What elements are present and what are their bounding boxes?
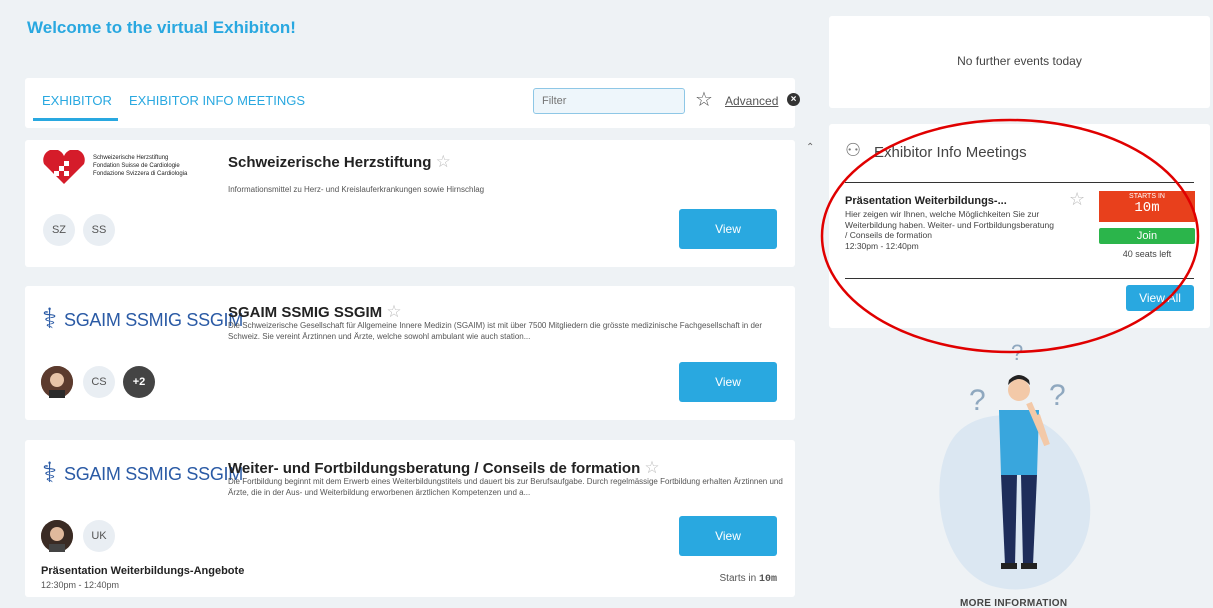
events-card: No further events today	[829, 16, 1210, 108]
tab-exhibitor-info-meetings[interactable]: EXHIBITOR INFO MEETINGS	[129, 93, 305, 108]
caduceus-icon: ⚕	[42, 457, 58, 488]
svg-text:?: ?	[969, 384, 986, 417]
active-tab-indicator	[33, 118, 118, 121]
sgaim-logo: ⚕ SGAIM SSMIG SSGIM	[42, 303, 243, 334]
exhibitor-card: Schweizerische Herzstiftung Fondation Su…	[25, 140, 795, 267]
avatar-photo[interactable]	[41, 366, 73, 398]
scroll-up-icon[interactable]: ⌃	[806, 142, 814, 153]
favorite-star-icon[interactable]: ☆	[386, 302, 401, 322]
svg-text:?: ?	[1049, 379, 1066, 412]
avatar-photo[interactable]	[41, 520, 73, 552]
filter-input[interactable]	[533, 88, 685, 114]
exhibitor-title[interactable]: Weiter- und Fortbildungsberatung / Conse…	[228, 458, 660, 478]
session-title[interactable]: Präsentation Weiterbildungs-Angebote	[41, 565, 244, 577]
avatar[interactable]: UK	[83, 520, 115, 552]
exhibitor-card: ⚕ SGAIM SSMIG SSGIM SGAIM SSMIG SSGIM ☆ …	[25, 286, 795, 420]
view-button[interactable]: View	[679, 362, 777, 402]
seats-left: 40 seats left	[1122, 249, 1172, 259]
exhibitor-title[interactable]: SGAIM SSMIG SSGIM ☆	[228, 302, 402, 322]
starts-in-badge: STARTS IN 10m	[1099, 191, 1195, 222]
view-button[interactable]: View	[679, 516, 777, 556]
tab-exhibitor[interactable]: EXHIBITOR	[42, 93, 112, 108]
herzstiftung-logo-text: Schweizerische Herzstiftung Fondation Su…	[93, 155, 188, 177]
session-starts-in: Starts in 10m	[719, 573, 777, 585]
exhibitor-card: ⚕ SGAIM SSMIG SSGIM Weiter- und Fortbild…	[25, 440, 795, 597]
advanced-link[interactable]: Advanced	[725, 94, 778, 108]
meeting-item: Präsentation Weiterbildungs-... ☆ Hier z…	[845, 182, 1195, 279]
favorites-star-icon[interactable]: ☆	[695, 87, 713, 112]
meeting-icon: ⚇	[845, 140, 862, 160]
exhibitor-title[interactable]: Schweizerische Herzstiftung ☆	[228, 152, 451, 172]
join-button[interactable]: Join	[1099, 228, 1195, 244]
svg-text:?: ?	[1011, 340, 1023, 365]
sgaim-logo: ⚕ SGAIM SSMIG SSGIM	[42, 457, 243, 488]
meeting-title[interactable]: Präsentation Weiterbildungs-...	[845, 195, 1007, 207]
view-all-button[interactable]: View All	[1126, 285, 1194, 311]
clear-filter-icon[interactable]: ×	[787, 93, 800, 106]
view-button[interactable]: View	[679, 209, 777, 249]
herzstiftung-logo	[43, 150, 85, 184]
favorite-star-icon[interactable]: ☆	[436, 152, 451, 172]
favorite-star-icon[interactable]: ☆	[644, 458, 659, 478]
info-meetings-title: Exhibitor Info Meetings	[874, 144, 1027, 161]
tabs-bar: EXHIBITOR EXHIBITOR INFO MEETINGS ☆ Adva…	[25, 78, 800, 128]
exhibitor-description: Die Fortbildung beginnt mit dem Erwerb e…	[228, 477, 783, 497]
avatar[interactable]: CS	[83, 366, 115, 398]
exhibitor-description: Die Schweizerische Gesellschaft für Allg…	[228, 321, 763, 341]
welcome-heading: Welcome to the virtual Exhibiton!	[27, 18, 296, 37]
avatar[interactable]: SS	[83, 214, 115, 246]
meeting-description: Hier zeigen wir Ihnen, welche Möglichkei…	[845, 209, 1055, 251]
session-time: 12:30pm - 12:40pm	[41, 580, 120, 590]
thinking-person-illustration: ? ? ?	[939, 340, 1091, 590]
avatar-more[interactable]: +2	[123, 366, 155, 398]
more-information-label: MORE INFORMATION	[960, 598, 1068, 608]
exhibitor-description: Informationsmittel zu Herz- und Kreislau…	[228, 185, 485, 194]
favorite-star-icon[interactable]: ☆	[1069, 189, 1085, 210]
caduceus-icon: ⚕	[42, 303, 58, 334]
info-meetings-card: ⚇ Exhibitor Info Meetings Präsentation W…	[829, 124, 1210, 328]
avatar[interactable]: SZ	[43, 214, 75, 246]
no-events-message: No further events today	[957, 54, 1082, 68]
